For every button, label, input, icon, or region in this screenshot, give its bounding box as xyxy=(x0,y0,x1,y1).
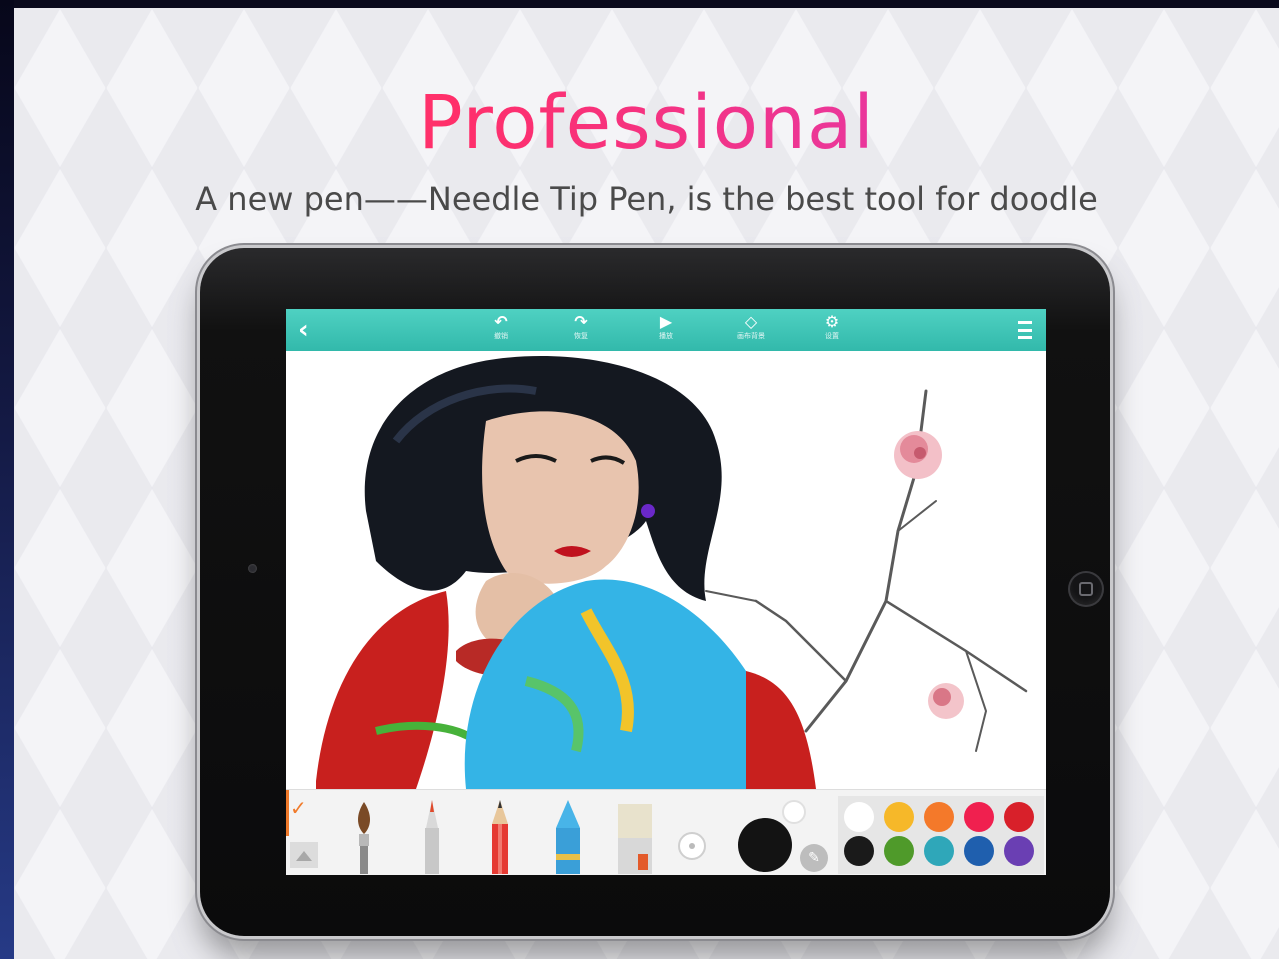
home-square-icon xyxy=(1079,582,1093,596)
active-indicator xyxy=(286,790,289,836)
undo-icon-glyph: ↶ xyxy=(494,312,508,331)
eraser-icon[interactable] xyxy=(614,798,656,874)
dark-border-top xyxy=(0,0,1279,8)
brush-preview[interactable] xyxy=(290,842,318,868)
layers-icon[interactable]: ◇ 画布背景 xyxy=(731,313,771,347)
secondary-color-swatch[interactable] xyxy=(782,800,806,824)
play-icon[interactable]: ▶ 播放 xyxy=(646,313,686,347)
dark-border-left xyxy=(0,0,14,959)
color-picker-icon[interactable]: ✎ xyxy=(800,844,828,872)
red-sleeve xyxy=(316,591,449,789)
earring xyxy=(641,504,655,518)
crayon-icon[interactable] xyxy=(550,798,586,874)
plum-blossom-bottom xyxy=(928,683,964,719)
undo-icon[interactable]: ↶ 撤销 xyxy=(481,313,521,347)
color-swatch[interactable] xyxy=(964,836,994,866)
plum-blossom-top xyxy=(894,431,942,479)
artwork-canvas[interactable] xyxy=(286,351,1046,789)
color-swatch[interactable] xyxy=(1004,836,1034,866)
back-button[interactable]: ‹ xyxy=(298,315,309,345)
color-swatch[interactable] xyxy=(964,802,994,832)
pencil-icon[interactable] xyxy=(482,798,518,874)
front-camera xyxy=(248,564,257,573)
redo-icon-glyph: ↷ xyxy=(574,312,588,331)
menu-icon[interactable] xyxy=(1018,321,1032,339)
paintbrush-icon[interactable] xyxy=(346,798,382,874)
settings-icon[interactable]: ⚙ 设置 xyxy=(812,313,852,347)
promo-subtitle: A new pen——Needle Tip Pen, is the best t… xyxy=(195,180,1098,218)
redo-icon[interactable]: ↷ 恢复 xyxy=(561,313,601,347)
check-icon: ✓ xyxy=(290,796,307,820)
settings-icon-glyph: ⚙ xyxy=(824,312,840,331)
brush-size-dial[interactable] xyxy=(678,832,706,860)
current-color-swatch[interactable] xyxy=(738,818,792,872)
toolbar-caption: 播放 xyxy=(659,332,673,340)
color-swatch[interactable] xyxy=(1004,802,1034,832)
brush-toolbar: ✓ ✎ xyxy=(286,789,1046,875)
color-swatch[interactable] xyxy=(924,802,954,832)
brush-options[interactable]: ✓ xyxy=(286,790,322,875)
color-palette xyxy=(838,796,1044,874)
color-swatch[interactable] xyxy=(924,836,954,866)
app-screen: ‹ ↶ 撤销 ↷ 恢复 ▶ 播放 ◇ 画布背景 ⚙ 设置 ✓ ✎ xyxy=(286,309,1046,875)
toolbar-caption: 撤销 xyxy=(494,332,508,340)
face xyxy=(482,411,639,584)
play-icon-glyph: ▶ xyxy=(659,312,673,331)
color-swatch[interactable] xyxy=(844,836,874,866)
app-toolbar: ‹ ↶ 撤销 ↷ 恢复 ▶ 播放 ◇ 画布背景 ⚙ 设置 xyxy=(286,309,1046,351)
toolbar-caption: 画布背景 xyxy=(737,332,765,340)
color-swatch[interactable] xyxy=(844,802,874,832)
promo-stage: Professional A new pen——Needle Tip Pen, … xyxy=(14,8,1279,959)
color-swatch[interactable] xyxy=(884,836,914,866)
home-button[interactable] xyxy=(1068,571,1104,607)
pen-icon[interactable] xyxy=(414,798,450,874)
toolbar-caption: 恢复 xyxy=(574,332,588,340)
color-swatch[interactable] xyxy=(884,802,914,832)
toolbar-caption: 设置 xyxy=(825,332,839,340)
layers-icon-glyph: ◇ xyxy=(744,312,758,331)
tablet-device: ‹ ↶ 撤销 ↷ 恢复 ▶ 播放 ◇ 画布背景 ⚙ 设置 ✓ ✎ xyxy=(200,248,1110,936)
promo-headline: Professional xyxy=(14,80,1279,166)
